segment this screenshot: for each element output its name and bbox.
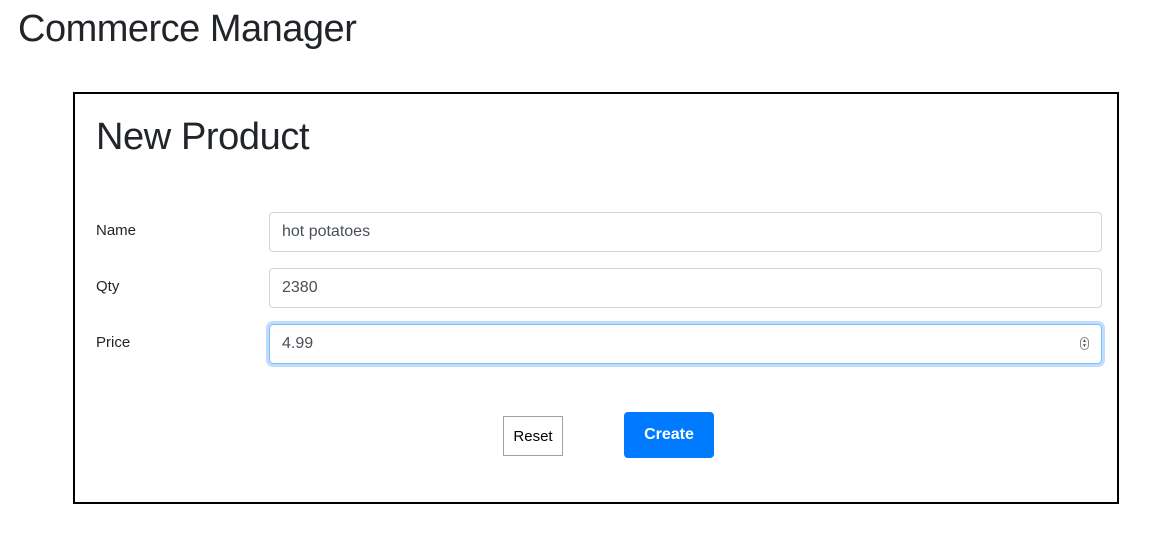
form-title: New Product (96, 116, 310, 158)
price-label: Price (96, 334, 131, 351)
qty-input[interactable] (269, 268, 1102, 308)
app-title: Commerce Manager (18, 8, 357, 50)
name-label: Name (96, 222, 137, 239)
name-input[interactable] (269, 212, 1102, 252)
form-row-price: Price ▲ ▼ (96, 324, 1102, 364)
price-input[interactable] (269, 324, 1102, 364)
stepper-down-icon: ▼ (1082, 342, 1087, 349)
price-stepper-icon[interactable]: ▲ ▼ (1080, 337, 1089, 350)
new-product-panel: New Product Name Qty Price ▲ ▼ Reset Cre… (73, 92, 1119, 504)
qty-label: Qty (96, 278, 120, 295)
form-row-name: Name (96, 212, 1102, 252)
form-row-qty: Qty (96, 268, 1102, 308)
create-button[interactable]: Create (624, 412, 714, 458)
reset-button[interactable]: Reset (503, 416, 563, 456)
